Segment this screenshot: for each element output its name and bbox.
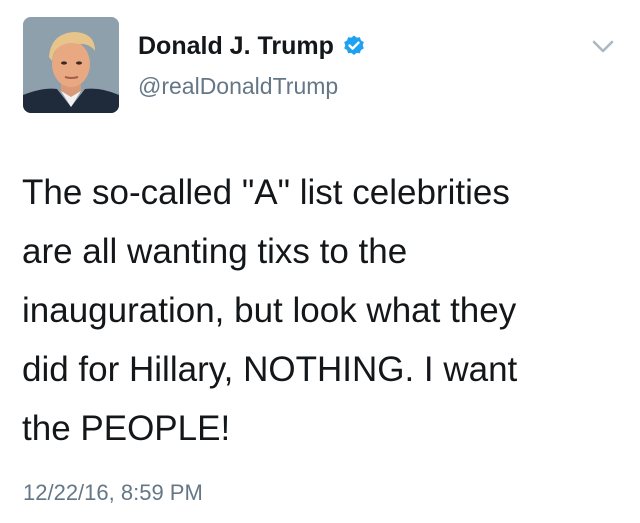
user-handle[interactable]: @realDonaldTrump [138, 72, 338, 100]
profile-photo-icon [23, 17, 119, 113]
display-name[interactable]: Donald J. Trump [138, 31, 334, 61]
chevron-down-icon[interactable] [592, 40, 614, 54]
verified-badge-icon [344, 35, 364, 55]
name-row: Donald J. Trump [138, 31, 366, 61]
timestamp[interactable]: 12/22/16, 8:59 PM [23, 479, 203, 507]
tweet-card: Donald J. Trump @realDonaldTrump The so-… [0, 0, 640, 523]
tweet-text: The so-called "A" list celebrities are a… [22, 173, 518, 448]
avatar[interactable] [23, 17, 119, 113]
